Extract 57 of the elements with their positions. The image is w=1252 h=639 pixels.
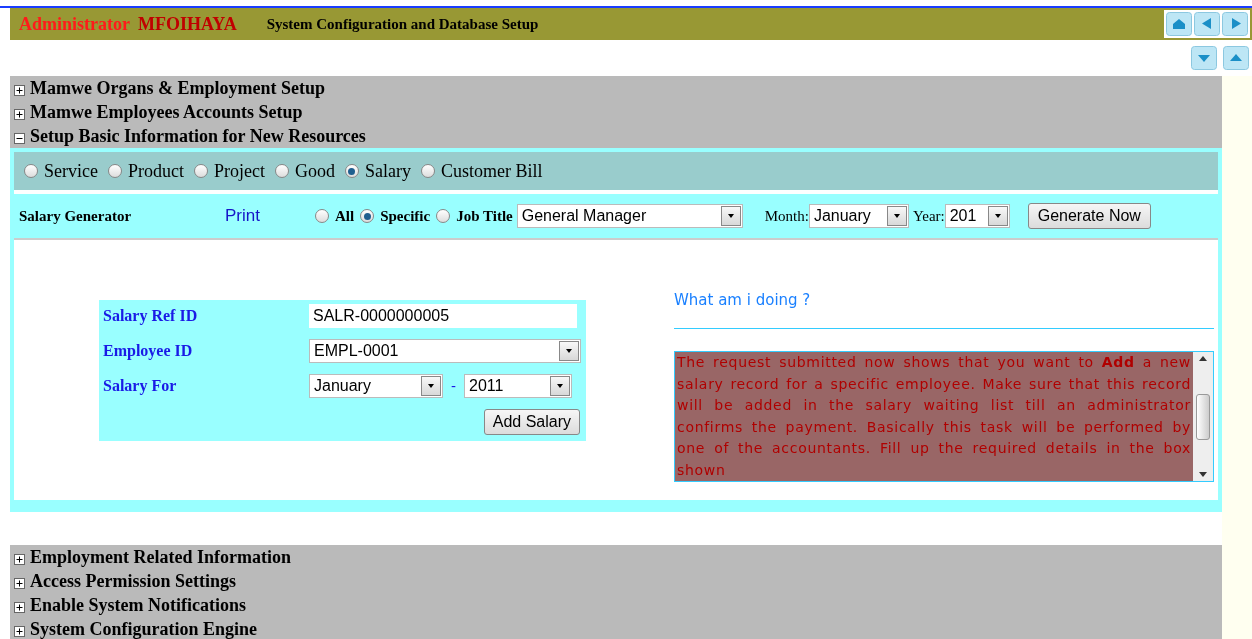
- help-heading: What am i doing ?: [674, 291, 811, 309]
- expand-icon[interactable]: [14, 625, 25, 637]
- radio-button[interactable]: [194, 164, 208, 178]
- dropdown-arrow-icon: [726, 213, 735, 219]
- radio-label: All: [335, 206, 355, 226]
- dropdown-arrow-icon: [993, 213, 1002, 219]
- year-label: Year:: [912, 206, 945, 226]
- year-select[interactable]: 2011: [464, 374, 572, 398]
- scroll-down-icon[interactable]: [1199, 472, 1207, 477]
- salary-ref-field[interactable]: SALR-0000000005: [309, 304, 577, 328]
- dropdown-arrow-icon: [556, 383, 564, 389]
- collapse-icon[interactable]: [14, 132, 25, 144]
- generator-title: Salary Generator: [19, 206, 133, 226]
- radio-label: Project: [214, 159, 265, 183]
- scroll-up-icon[interactable]: [1199, 356, 1207, 361]
- radio-label: Specific: [380, 206, 431, 226]
- help-text: The request submitted now shows that you want to Add a new salary record for a specific employee. Make sure that this record will be added in the salary waiting list till an administrator confirms the payment. Basically this task will be performed by one of the accountants. Fill up the required details in the box shown: [676, 353, 1192, 480]
- radio-button[interactable]: [436, 209, 451, 223]
- scrollbar[interactable]: [1193, 352, 1213, 481]
- field-label: Employee ID: [103, 341, 194, 362]
- expand-icon[interactable]: [14, 108, 25, 120]
- radio-button[interactable]: [315, 209, 329, 223]
- home-icon[interactable]: [1166, 12, 1192, 36]
- dropdown-arrow-icon: [427, 383, 435, 389]
- add-salary-button[interactable]: Add Salary: [483, 409, 580, 435]
- radio-button[interactable]: [360, 209, 375, 223]
- radio-button[interactable]: [345, 164, 359, 178]
- dropdown-arrow-icon: [565, 348, 573, 354]
- year-select[interactable]: 201: [944, 204, 1010, 228]
- generate-now-button[interactable]: Generate Now: [1027, 203, 1151, 229]
- expand-icon[interactable]: [14, 577, 25, 589]
- page-title: System Configuration and Database Setup: [266, 14, 539, 34]
- radio-button[interactable]: [275, 164, 289, 178]
- radio-label: Service: [44, 159, 98, 183]
- field-label: Salary Ref ID: [103, 306, 199, 327]
- month-select[interactable]: January: [808, 204, 909, 228]
- role-label: Administrator: [19, 12, 130, 36]
- radio-button[interactable]: [108, 164, 122, 178]
- field-label: Salary For: [103, 376, 178, 397]
- radio-label: Good: [295, 159, 335, 183]
- month-label: Month:: [764, 206, 809, 226]
- expand-icon[interactable]: [14, 84, 25, 96]
- expand-icon[interactable]: [14, 601, 25, 613]
- month-select[interactable]: January: [309, 374, 443, 398]
- job-title-select[interactable]: General Manager: [516, 204, 743, 228]
- print-link[interactable]: Print: [225, 203, 315, 229]
- radio-label: Product: [128, 159, 184, 183]
- employee-select[interactable]: EMPL-0001: [309, 339, 581, 363]
- radio-label: Customer Bill: [440, 159, 543, 183]
- radio-label: Job Title: [456, 206, 513, 226]
- radio-button[interactable]: [24, 164, 38, 178]
- expand-icon[interactable]: [14, 553, 25, 565]
- radio-label: Salary: [365, 159, 411, 183]
- user-name: MFOIHAYA: [138, 12, 237, 36]
- radio-button[interactable]: [420, 164, 435, 178]
- separator: -: [451, 375, 456, 396]
- dropdown-arrow-icon: [892, 213, 901, 219]
